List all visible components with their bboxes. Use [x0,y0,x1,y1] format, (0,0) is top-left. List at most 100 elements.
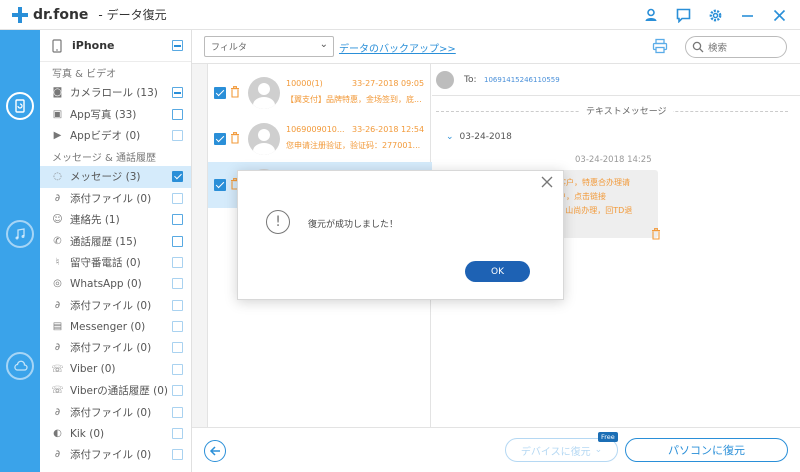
search-input[interactable]: 検索 [685,36,787,58]
dialog-message: 復元が成功しました！ [308,220,399,230]
phone-icon: ✆ [53,235,62,247]
category-checkbox[interactable] [172,342,183,354]
category-checkbox[interactable] [172,235,183,247]
image-icon: ▣ [52,108,63,120]
account-icon[interactable] [642,6,660,24]
message-bubble: 客户，特惠合办理请 户，点击链接 y 山尚办理，回TD退 [552,170,658,238]
message-preview: 您申请注册验证，验证码：277001... [286,141,421,150]
filter-dropdown[interactable]: フィルタ ⌄ [204,36,334,57]
message-checkbox[interactable] [214,87,226,99]
mode-rail [0,30,40,472]
category-item[interactable]: ◎ WhatsApp (0) [40,273,191,294]
category-label: App写真 (33) [70,108,137,121]
minimize-icon[interactable] [738,6,756,24]
category-item[interactable]: ◙ カメラロール (13) [40,82,191,103]
messenger-icon: ▤ [52,321,63,333]
trash-icon[interactable] [230,132,240,144]
category-item[interactable]: ∂ 添付ファイル (0) [40,444,191,465]
category-item[interactable]: ✆ 通話履歴 (15) [40,230,191,251]
message-checkbox[interactable] [214,179,226,191]
print-icon[interactable] [652,38,668,54]
message-thread-item[interactable]: 10000(1) 33-27-2018 09:05 【翼支付】品牌特惠，金场签到，底… [208,70,432,116]
category-item[interactable]: ∂ 添付ファイル (0) [40,188,191,209]
category-checkbox[interactable] [172,256,183,268]
category-label: カメラロール (13) [70,87,158,100]
category-item[interactable]: ▶ Appビデオ (0) [40,125,191,146]
settings-gear-icon[interactable] [706,6,724,24]
category-item[interactable]: ☏ Viberの通話履歴 (0) [40,380,191,401]
arrow-left-icon [209,446,220,456]
search-placeholder: 検索 [708,43,728,54]
category-item[interactable]: ☺ 連絡先 (1) [40,209,191,230]
message-date: 33-27-2018 09:05 [352,79,425,88]
category-item[interactable]: ▣ App写真 (33) [40,103,191,124]
category-item[interactable]: ∂ 添付ファイル (0) [40,337,191,358]
category-checkbox[interactable] [172,363,183,375]
category-checkbox[interactable] [172,299,183,311]
category-checkbox[interactable] [172,428,183,440]
camera-icon: ◙ [52,87,63,99]
paperclip-icon: ∂ [54,299,61,311]
category-checkbox[interactable] [172,214,183,226]
restore-to-pc-button[interactable]: パソコンに復元 [625,438,788,462]
itunes-recovery-icon[interactable] [6,220,34,248]
category-checkbox[interactable] [172,129,183,141]
date-group-header[interactable]: ⌄ 03-24-2018 [446,132,512,142]
message-sender: 1069009010... [286,125,345,134]
title-bar: dr.fone - データ復元 [0,0,800,30]
to-label: To: [464,75,477,85]
logo-text: dr.fone [33,6,89,23]
bottom-bar: デバイスに復元 ⌄ Free パソコンに復元 [192,427,800,472]
category-item[interactable]: ☏ Viber (0) [40,359,191,380]
device-row[interactable]: iPhone [40,30,191,62]
bubble-timestamp: 03-24-2018 14:25 [575,155,652,165]
category-label: 添付ファイル (0) [70,406,152,419]
trash-icon[interactable] [230,86,240,98]
category-checkbox[interactable] [172,171,183,183]
category-checkbox[interactable] [172,449,183,461]
video-icon: ▶ [53,129,62,141]
category-item[interactable]: ▤ Messenger (0) [40,316,191,337]
close-icon[interactable] [541,176,553,188]
category-label: Messenger (0) [70,320,146,333]
message-thread-item[interactable]: 1069009010... 33-26-2018 12:54 您申请注册验证，验证码… [208,116,432,162]
category-checkbox[interactable] [172,385,183,397]
search-icon [692,41,704,53]
message-preview: 【翼支付】品牌特惠，金场签到，底... [286,95,422,104]
category-label: 通話履歴 (15) [70,235,137,248]
message-checkbox[interactable] [214,133,226,145]
device-select-all-checkbox[interactable] [172,40,183,51]
filter-label: フィルタ [211,43,247,53]
category-checkbox[interactable] [172,87,183,99]
message-icon: ◌ [53,171,62,183]
category-checkbox[interactable] [172,192,183,204]
app-title: - データ復元 [98,8,167,22]
category-item[interactable]: ◌ メッセージ (3) [40,166,191,188]
kik-icon: ◐ [53,428,62,440]
viber-call-icon: ☏ [51,385,64,397]
category-checkbox[interactable] [172,321,183,333]
exclamation-icon: ! [266,210,290,234]
device-recovery-icon[interactable] [6,92,34,120]
category-item[interactable]: ∂ 添付ファイル (0) [40,295,191,316]
to-value: 10691415246110559 [484,76,560,84]
icloud-recovery-icon[interactable] [6,352,34,380]
feedback-icon[interactable] [674,6,692,24]
category-checkbox[interactable] [172,108,183,120]
bubble-trash-icon[interactable] [651,228,661,240]
category-item[interactable]: ♮ 留守番電話 (0) [40,252,191,273]
category-label: 添付ファイル (0) [70,299,152,312]
category-checkbox[interactable] [172,406,183,418]
section-photos-video: 写真 & ビデオ [52,68,117,80]
message-sender: 10000(1) [286,79,323,88]
close-window-icon[interactable] [770,6,788,24]
ok-button[interactable]: OK [465,261,530,282]
category-label: Appビデオ (0) [70,129,141,142]
backup-data-link[interactable]: データのバックアップ>> [339,40,456,55]
category-checkbox[interactable] [172,278,183,290]
restore-to-device-label: デバイスに復元 [520,446,591,458]
category-item[interactable]: ◐ Kik (0) [40,423,191,444]
category-item[interactable]: ∂ 添付ファイル (0) [40,401,191,422]
back-button[interactable] [204,440,226,462]
category-label: メッセージ (3) [70,171,141,184]
